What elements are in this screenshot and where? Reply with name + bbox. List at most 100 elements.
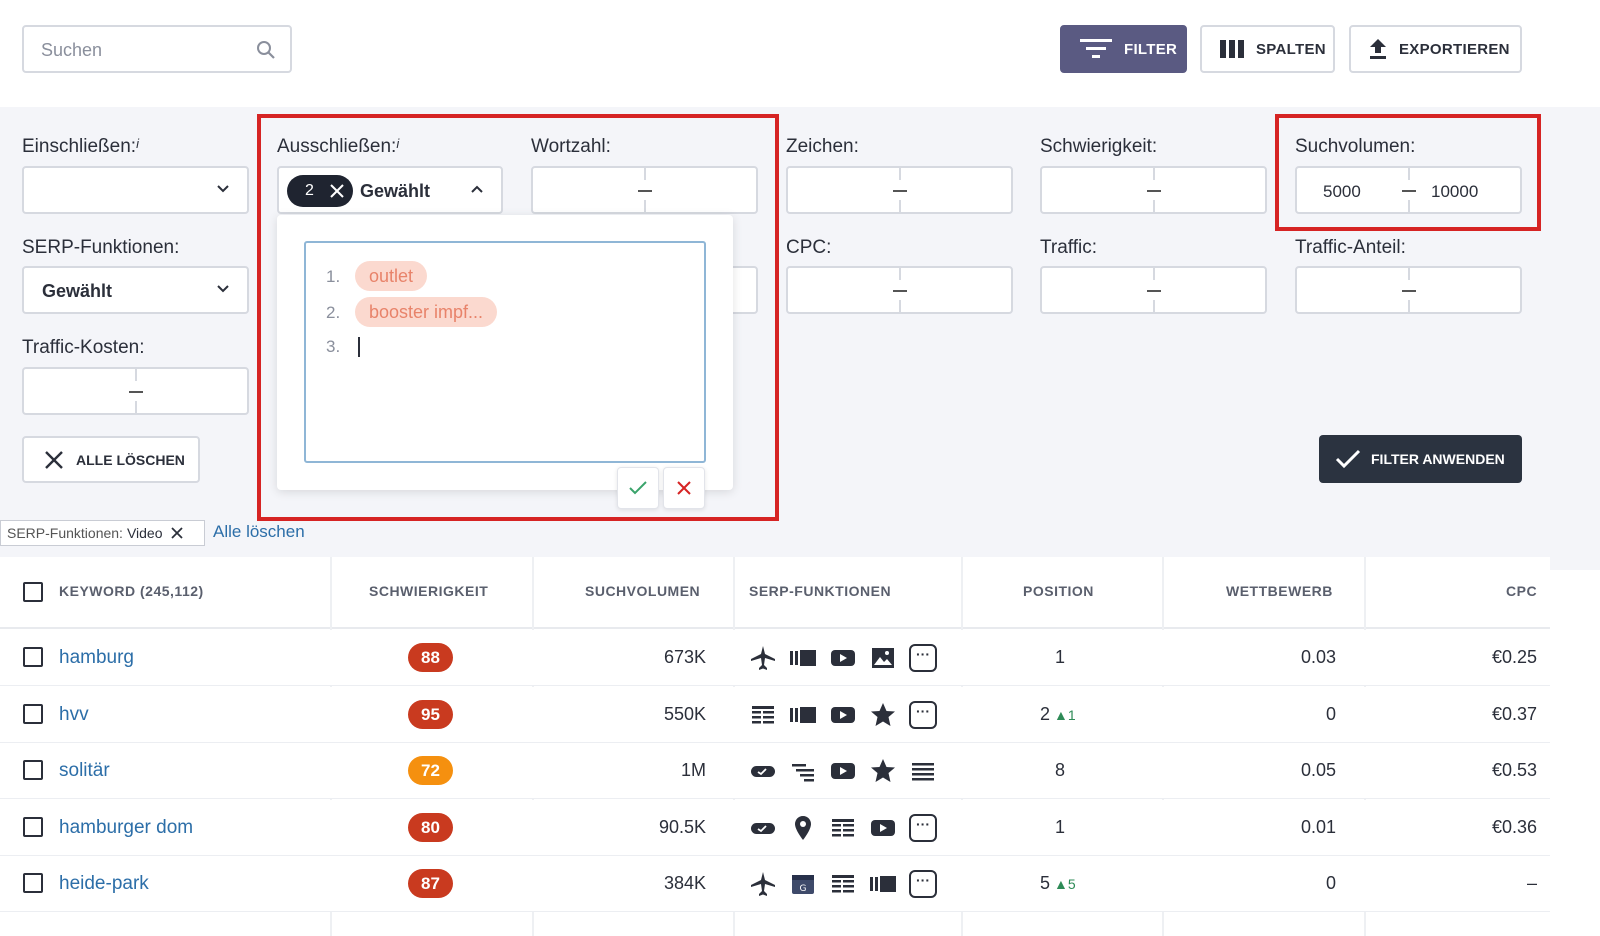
active-filter-chip[interactable]: SERP-Funktionen: Video [0,520,205,546]
position-value: 2 ▲1 [1040,703,1076,724]
search-volume: 384K [663,873,706,893]
indent-list-icon [790,758,816,784]
highlight-exclude [257,114,779,521]
clear-all-link[interactable]: Alle löschen [213,522,305,542]
row-checkbox[interactable] [23,703,43,724]
traffic-share-label: Traffic-Anteil: [1295,237,1406,258]
search-placeholder: Suchen [41,40,103,60]
row-checkbox[interactable] [23,760,43,780]
filter-button-label: FILTER [1124,40,1178,58]
search-volume: 1M [680,760,706,780]
chevron-down-icon [217,185,229,193]
clear-all-button[interactable]: ALLE LÖSCHEN [22,436,200,483]
difficulty-badge: 72 [408,756,453,785]
row-checkbox[interactable] [23,816,43,837]
competition-value: 0.05 [1300,760,1336,780]
competition-value: 0 [1325,873,1336,893]
serp-select[interactable]: Gewählt [22,266,249,314]
plane-icon [750,645,776,671]
cpc-value: €0.25 [1491,647,1537,667]
table-icon [750,702,776,728]
cpc-value: €0.36 [1491,816,1537,837]
cpc-label: CPC: [786,237,832,258]
select-all-checkbox[interactable] [23,582,43,602]
video-icon [830,645,856,671]
apply-filter-button[interactable]: FILTER ANWENDEN [1319,435,1522,483]
header-cpc[interactable]: CPC [1506,583,1537,599]
search-input[interactable]: Suchen [22,25,292,73]
competition-value: 0.01 [1300,816,1336,837]
carousel-icon [790,702,816,728]
competition-value: 0 [1325,703,1336,724]
header-serp[interactable]: SERP-FUNKTIONEN [749,583,891,599]
difficulty-badge: 87 [408,869,453,898]
svg-text:G: G [800,884,807,894]
carousel-icon [790,645,816,671]
difficulty-badge: 88 [408,643,453,672]
star-icon [870,702,896,728]
keyword-link[interactable]: hvv [59,704,89,726]
chevron-down-icon [217,285,229,293]
table-icon [830,871,856,897]
close-icon [45,450,63,469]
position-change: ▲5 [1054,876,1076,892]
close-icon[interactable] [170,527,183,539]
include-select[interactable] [22,166,249,214]
include-label: Einschließen:i [22,136,139,157]
plane-icon [750,871,776,897]
traffic-range[interactable] [1040,266,1267,314]
header-competition[interactable]: WETTBEWERB [1226,583,1333,599]
toggle-icon [750,758,776,784]
highlight-volume [1275,114,1541,231]
traffic-cost-range[interactable] [22,367,249,415]
search-volume: 673K [663,647,706,667]
traffic-cost-label: Traffic-Kosten: [22,337,145,358]
columns-button[interactable]: SPALTEN [1200,25,1335,73]
more-icon[interactable]: ··· [909,813,937,842]
position-value: 1 [1055,816,1066,837]
filter-button[interactable]: FILTER [1060,25,1187,73]
video-icon [870,815,896,841]
traffic-label: Traffic: [1040,237,1098,258]
position-value: 1 [1055,647,1066,667]
header-difficulty[interactable]: SCHWIERIGKEIT [369,583,488,599]
columns-icon [1220,40,1244,58]
export-button-label: EXPORTIEREN [1399,40,1510,58]
lines-icon [910,758,936,784]
cpc-range[interactable] [786,266,1013,314]
header-keyword[interactable]: KEYWORD (245,112) [59,583,204,599]
keyword-link[interactable]: hamburger dom [59,817,193,839]
competition-value: 0.03 [1300,647,1336,667]
location-pin-icon [790,815,816,841]
keyword-link[interactable]: heide-park [59,873,149,895]
more-icon[interactable]: ··· [909,700,937,729]
search-icon [257,41,275,59]
more-icon[interactable]: ··· [909,644,937,672]
toggle-icon [750,815,776,841]
upload-icon [1370,39,1386,59]
traffic-share-range[interactable] [1295,266,1522,314]
row-checkbox[interactable] [23,647,43,667]
cpc-value: €0.53 [1491,760,1537,780]
serp-label: SERP-Funktionen: [22,237,180,258]
chars-range[interactable] [786,166,1013,214]
header-position[interactable]: POSITION [1023,583,1094,599]
header-volume[interactable]: SUCHVOLUMEN [585,583,700,599]
cpc-value: €0.37 [1491,703,1537,724]
chars-label: Zeichen: [786,136,859,157]
keyword-link[interactable]: solitär [59,760,110,782]
more-icon[interactable]: ··· [909,870,937,898]
columns-button-label: SPALTEN [1256,40,1326,58]
difficulty-badge: 95 [408,699,453,729]
table-icon [830,815,856,841]
export-button[interactable]: EXPORTIEREN [1349,25,1522,73]
difficulty-badge: 80 [408,812,453,842]
video-icon [830,758,856,784]
search-volume: 90.5K [658,816,706,837]
row-checkbox[interactable] [23,873,43,893]
difficulty-range[interactable] [1040,166,1267,214]
google-business-icon: G [790,871,816,897]
cpc-value: – [1526,873,1537,893]
video-icon [830,702,856,728]
keyword-link[interactable]: hamburg [59,647,134,669]
